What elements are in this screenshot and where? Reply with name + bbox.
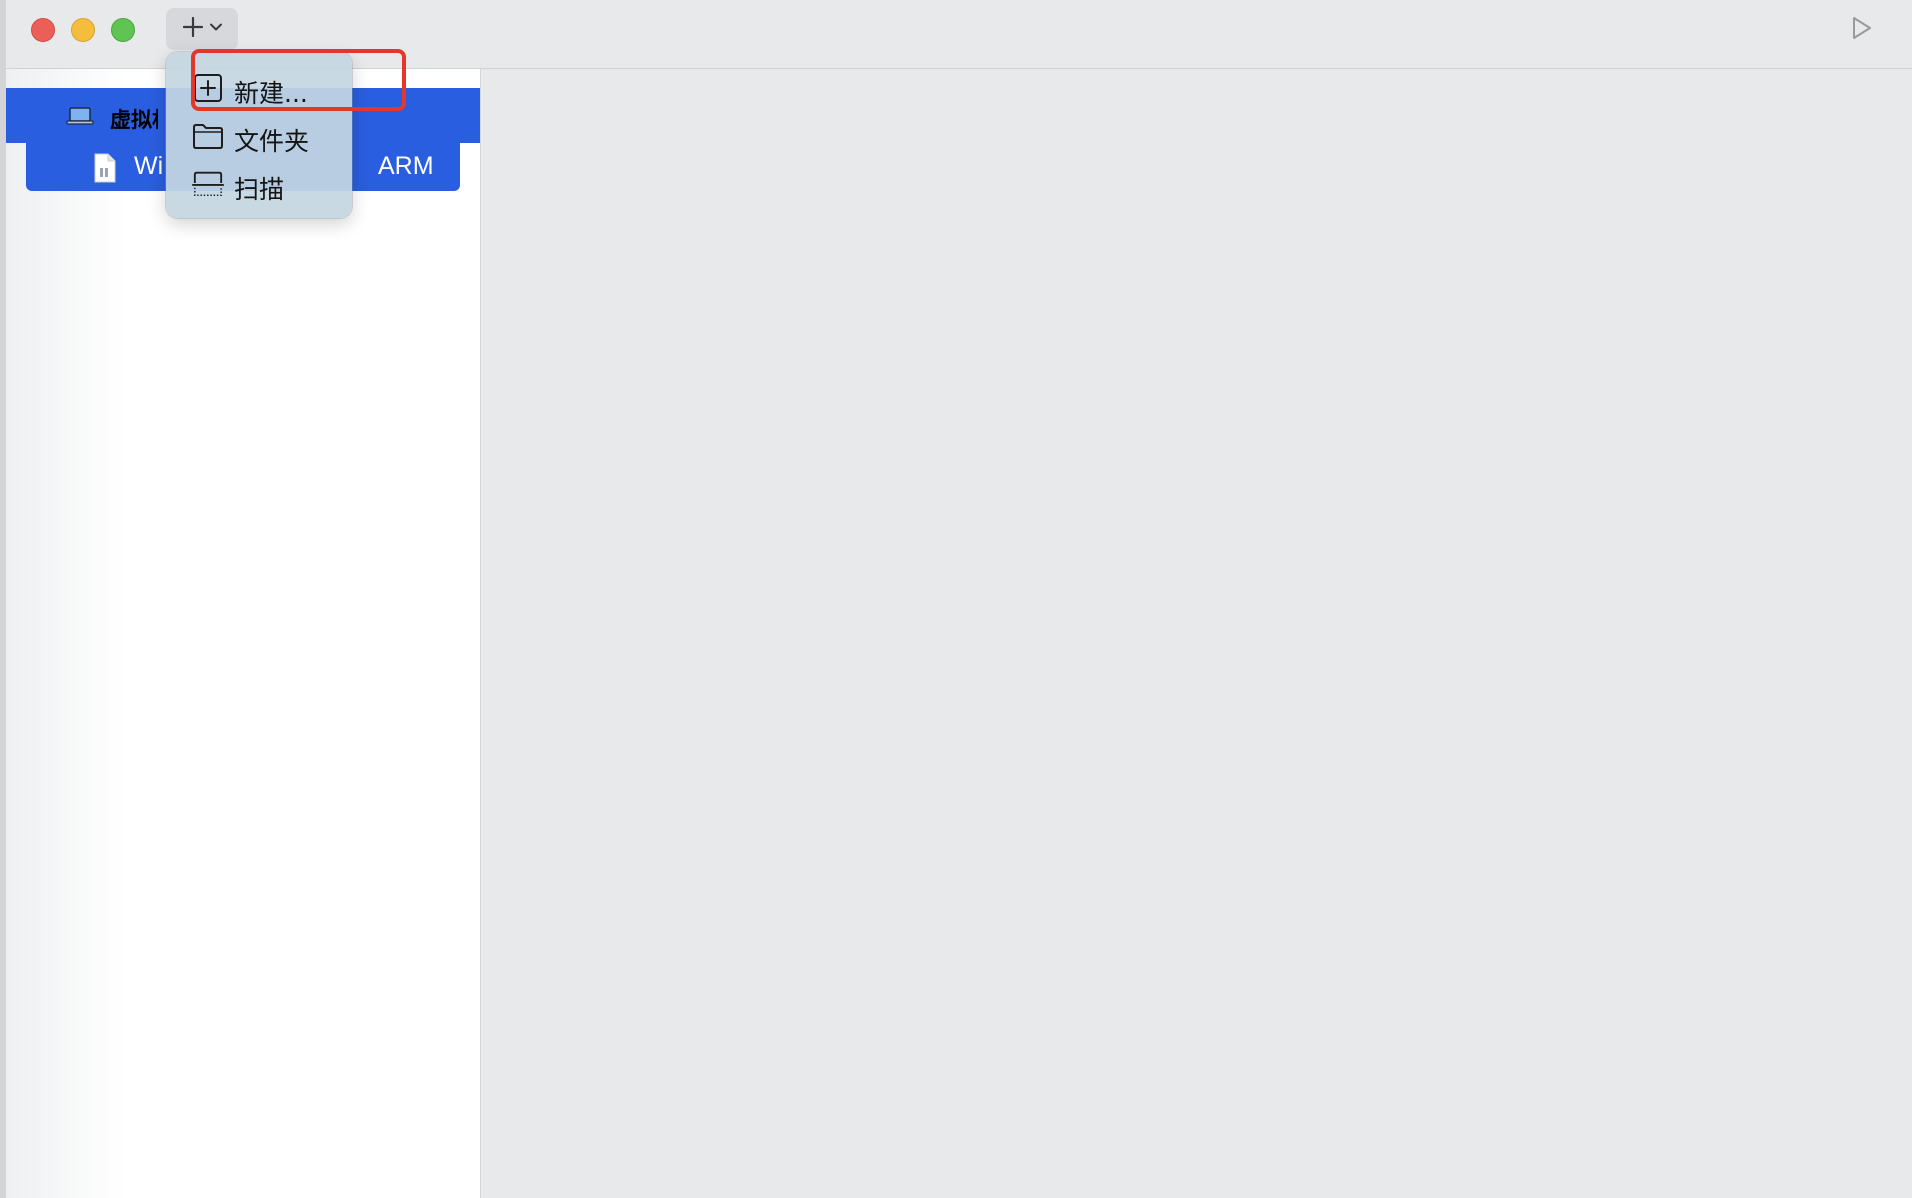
document-icon (93, 153, 117, 188)
plus-icon (181, 15, 205, 44)
chevron-down-icon (209, 20, 223, 39)
app-window: 虚拟机 Wi ARM 新建... (6, 0, 1912, 1198)
menu-item-folder-label: 文件夹 (234, 127, 310, 156)
scan-icon (192, 169, 224, 199)
annotation-highlight-box (191, 49, 406, 111)
zoom-window-button[interactable] (111, 18, 135, 42)
add-menu-button[interactable] (166, 8, 238, 50)
play-icon (1851, 15, 1873, 46)
run-button[interactable] (1850, 16, 1874, 44)
folder-icon (192, 121, 224, 151)
main-content-area (481, 69, 1912, 1198)
minimize-window-button[interactable] (71, 18, 95, 42)
close-window-button[interactable] (31, 18, 55, 42)
vm-name-end: ARM (378, 152, 434, 180)
laptop-icon (66, 106, 94, 131)
menu-item-folder[interactable]: 文件夹 (166, 114, 352, 158)
sidebar-section-label: 虚拟机 (110, 108, 158, 132)
sidebar: 虚拟机 Wi ARM (6, 69, 481, 1198)
menu-item-scan-label: 扫描 (234, 175, 285, 204)
menu-item-scan[interactable]: 扫描 (166, 162, 352, 206)
